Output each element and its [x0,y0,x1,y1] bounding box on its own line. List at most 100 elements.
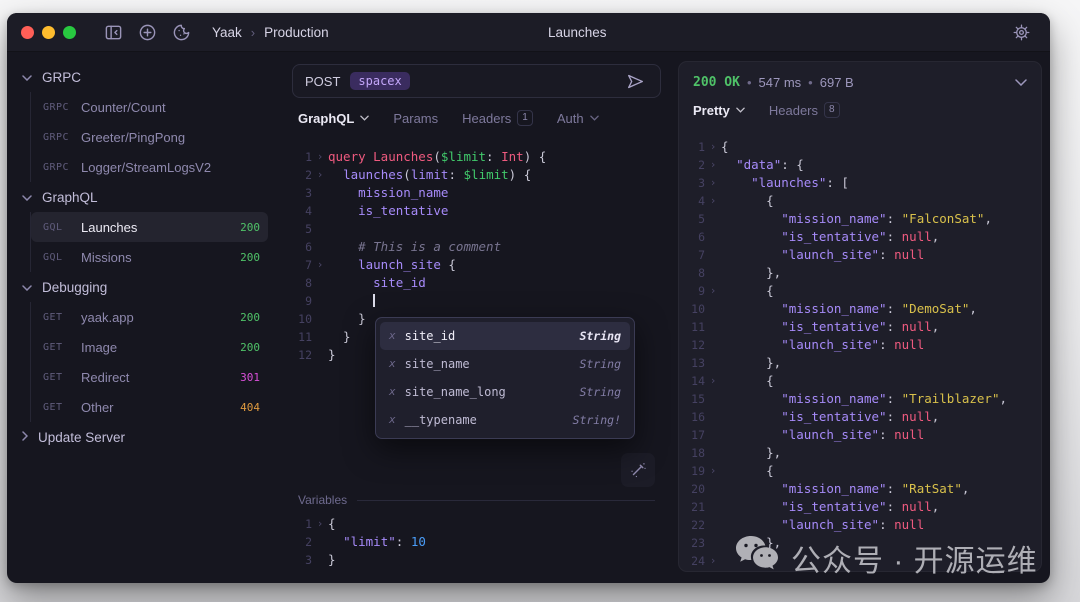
autocomplete-item-site-name-long[interactable]: xsite_name_longString [380,378,630,406]
autocomplete-item-typename[interactable]: x__typenameString! [380,406,630,434]
fold-marker-icon[interactable]: › [705,138,721,156]
response-duration: 547 ms [759,75,802,90]
code-text: } [328,328,351,346]
sidebar-toggle-icon[interactable] [98,19,128,45]
sidebar-item-image[interactable]: GETImage200 [31,332,268,362]
sidebar-item-missions[interactable]: GQLMissions200 [31,242,268,272]
traffic-lights [21,26,84,39]
breadcrumb-environment[interactable]: Production [264,25,329,40]
autocomplete-item-site-name[interactable]: xsite_nameString [380,350,630,378]
code-line[interactable]: 5 [292,220,661,238]
code-line[interactable]: 6 # This is a comment [292,238,661,256]
fold-marker-icon[interactable]: › [312,166,328,184]
code-line[interactable]: 5 "mission_name": "FalconSat", [679,210,1041,228]
tab-label: Auth [557,111,584,126]
sidebar-item-redirect[interactable]: GETRedirect301 [31,362,268,392]
fold-marker-icon[interactable]: › [312,515,328,533]
tab-auth[interactable]: Auth [557,111,599,126]
code-line[interactable]: 4› { [679,192,1041,210]
code-line[interactable]: 9 [292,292,661,310]
fold-marker-icon[interactable]: › [312,256,328,274]
sidebar-item-counter-count[interactable]: GRPCCounter/Count [31,92,268,122]
autocomplete-item-type: String [579,383,621,401]
tab-headers[interactable]: Headers1 [462,110,533,126]
code-line[interactable]: 7› launch_site { [292,256,661,274]
sidebar-item-yaak-app[interactable]: GETyaak.app200 [31,302,268,332]
response-menu-chevron-icon[interactable] [1015,79,1027,86]
code-line[interactable]: 9› { [679,282,1041,300]
sidebar-section-graphql[interactable]: GraphQL [7,182,282,212]
code-line[interactable]: 1›{ [679,138,1041,156]
fold-marker-icon[interactable]: › [705,462,721,480]
code-line[interactable]: 10 "mission_name": "DemoSat", [679,300,1041,318]
zoom-button[interactable] [63,26,76,39]
code-line[interactable]: 2 "limit": 10 [292,533,661,551]
tab-params[interactable]: Params [393,111,438,126]
code-line[interactable]: 20 "mission_name": "RatSat", [679,480,1041,498]
send-button[interactable] [622,68,648,94]
fold-marker-icon[interactable]: › [705,372,721,390]
settings-gear-icon[interactable] [1006,19,1036,45]
fold-marker-icon[interactable]: › [312,148,328,166]
code-line[interactable]: 8 }, [679,264,1041,282]
code-line[interactable]: 7 "launch_site": null [679,246,1041,264]
fold-marker-icon[interactable]: › [705,282,721,300]
code-line[interactable]: 2› launches(limit: $limit) { [292,166,661,184]
breadcrumb-app[interactable]: Yaak [212,25,242,40]
code-line[interactable]: 11 "is_tentative": null, [679,318,1041,336]
chevron-right-icon[interactable] [22,428,28,446]
chevron-down-icon [736,107,745,113]
sidebar-section-update-server[interactable]: Update Server [7,422,282,452]
sidebar-item-greeter-pingpong[interactable]: GRPCGreeter/PingPong [31,122,268,152]
fold-marker-icon[interactable]: › [705,192,721,210]
sidebar-item-other[interactable]: GETOther404 [31,392,268,422]
tab-label: Headers [769,103,818,118]
breadcrumb[interactable]: Yaak › Production [212,25,329,40]
url-bar[interactable]: POST spacex [292,64,661,98]
chevron-down-icon[interactable] [22,278,32,296]
code-line[interactable]: 17 "launch_site": null [679,426,1041,444]
code-line[interactable]: 4 is_tentative [292,202,661,220]
tab-pretty[interactable]: Pretty [693,103,745,118]
fold-marker-icon[interactable]: › [705,174,721,192]
tab-graphql[interactable]: GraphQL [298,111,369,126]
code-line[interactable]: 12 "launch_site": null [679,336,1041,354]
fold-marker-icon[interactable]: › [705,156,721,174]
variables-editor[interactable]: 1›{2 "limit": 103} [292,515,661,569]
chevron-down-icon[interactable] [22,188,32,206]
code-line[interactable]: 19› { [679,462,1041,480]
sidebar-item-logger-streamlogsv2[interactable]: GRPCLogger/StreamLogsV2 [31,152,268,182]
code-line[interactable]: 14› { [679,372,1041,390]
code-line[interactable]: 18 }, [679,444,1041,462]
add-request-icon[interactable] [132,19,162,45]
code-line[interactable]: 6 "is_tentative": null, [679,228,1041,246]
cookie-icon[interactable] [166,19,196,45]
url-environment-badge[interactable]: spacex [350,72,409,90]
line-number: 13 [679,354,705,372]
code-line[interactable]: 21 "is_tentative": null, [679,498,1041,516]
minimize-button[interactable] [42,26,55,39]
code-line[interactable]: 3› "launches": [ [679,174,1041,192]
sidebar-item-launches[interactable]: GQLLaunches200 [31,212,268,242]
format-wand-button[interactable] [621,453,655,487]
autocomplete-item-site-id[interactable]: xsite_idString [380,322,630,350]
sidebar-section-grpc[interactable]: GRPC [7,62,282,92]
tab-headers[interactable]: Headers8 [769,102,840,118]
line-number: 1 [292,515,312,533]
code-line[interactable]: 22 "launch_site": null [679,516,1041,534]
fold-marker-icon[interactable]: › [705,552,721,570]
code-line[interactable]: 1›query Launches($limit: Int) { [292,148,661,166]
response-body[interactable]: 1›{2› "data": {3› "launches": [4› {5 "mi… [679,124,1041,571]
code-line[interactable]: 15 "mission_name": "Trailblazer", [679,390,1041,408]
code-line[interactable]: 1›{ [292,515,661,533]
code-line[interactable]: 16 "is_tentative": null, [679,408,1041,426]
code-line[interactable]: 3 mission_name [292,184,661,202]
graphql-editor[interactable]: 1›query Launches($limit: Int) {2› launch… [292,135,661,487]
close-button[interactable] [21,26,34,39]
code-line[interactable]: 8 site_id [292,274,661,292]
code-line[interactable]: 3} [292,551,661,569]
sidebar-section-debugging[interactable]: Debugging [7,272,282,302]
code-line[interactable]: 2› "data": { [679,156,1041,174]
chevron-down-icon[interactable] [22,68,32,86]
code-line[interactable]: 13 }, [679,354,1041,372]
